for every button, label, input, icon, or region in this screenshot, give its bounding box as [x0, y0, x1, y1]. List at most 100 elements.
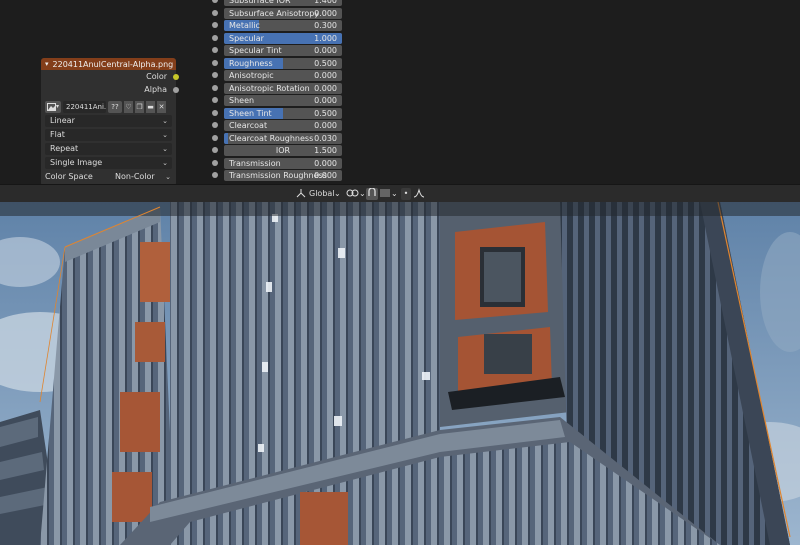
input-socket[interactable]: [212, 159, 218, 166]
bsdf-property-field[interactable]: Clearcoat Roughness 0.030: [224, 132, 342, 144]
bsdf-property-field[interactable]: Subsurface Anisotropy 0.000: [224, 7, 342, 19]
input-socket[interactable]: [212, 72, 218, 78]
orientation-label[interactable]: Global: [309, 188, 335, 200]
input-socket[interactable]: [212, 9, 218, 16]
image-node-title: 220411AnulCentral-Alpha.png: [52, 59, 174, 69]
bsdf-property-field[interactable]: Transmission Roughness 0.000: [224, 170, 342, 181]
input-socket[interactable]: [212, 122, 218, 128]
interpolation-value: Linear: [50, 116, 75, 125]
input-socket[interactable]: [212, 59, 218, 66]
bsdf-property-label: Sheen Tint: [229, 108, 272, 118]
image-browse-button[interactable]: ▾: [45, 100, 61, 113]
bsdf-property-field[interactable]: IOR 1.500: [224, 145, 342, 156]
projection-dropdown[interactable]: Flat ⌄: [45, 129, 172, 141]
value-fill-bar: [224, 132, 228, 144]
bsdf-property-field[interactable]: Subsurface IOR 1.400: [224, 0, 342, 6]
color-space-label: Color Space: [45, 172, 93, 181]
image-name-field[interactable]: 220411Ani...: [63, 100, 106, 113]
bsdf-property-label: Subsurface IOR: [229, 0, 291, 5]
3d-viewport[interactable]: [0, 202, 800, 545]
input-socket[interactable]: [212, 22, 218, 28]
proportional-edit-icon[interactable]: •: [401, 188, 411, 200]
bsdf-property-value: 0.000: [314, 46, 337, 55]
output-color: Color: [41, 70, 179, 83]
bsdf-property-field[interactable]: Specular Tint 0.000: [224, 45, 342, 56]
bsdf-property-row: Clearcoat Roughness 0.030: [212, 132, 348, 145]
chevron-down-icon: ⌄: [162, 131, 168, 139]
viewport-header: Global ⌄ ⌄ ⌄ •: [0, 184, 800, 203]
bsdf-property-field[interactable]: Specular 1.000: [224, 32, 342, 44]
bsdf-property-label: Roughness: [229, 58, 273, 68]
bsdf-property-label: Clearcoat: [229, 121, 268, 130]
image-selector: ▾ 220411Ani... ?? ♡ ❐ ▬ ✕: [45, 100, 172, 113]
bsdf-property-field[interactable]: Sheen Tint 0.500: [224, 107, 342, 119]
snap-target-icon[interactable]: [380, 188, 390, 200]
bsdf-property-label: Sheen: [229, 96, 255, 105]
color-space-dropdown[interactable]: Color Space Non-Color ⌄: [45, 171, 172, 183]
bsdf-property-field[interactable]: Anisotropic 0.000: [224, 70, 342, 81]
image-node-header[interactable]: ▾ 220411AnulCentral-Alpha.png: [41, 58, 176, 70]
input-socket[interactable]: [212, 0, 218, 3]
bsdf-property-row: Clearcoat 0.000: [212, 119, 348, 132]
bsdf-property-field[interactable]: Sheen 0.000: [224, 95, 342, 106]
input-socket[interactable]: [212, 134, 218, 141]
chevron-down-icon[interactable]: ⌄: [359, 188, 366, 200]
input-socket[interactable]: [212, 147, 218, 153]
input-socket[interactable]: [212, 34, 218, 41]
bsdf-property-label: Specular: [229, 33, 264, 43]
bsdf-property-value: 0.000: [314, 121, 337, 130]
bsdf-property-value: 1.400: [314, 0, 337, 5]
image-texture-node[interactable]: ▾ 220411AnulCentral-Alpha.png Color Alph…: [41, 58, 179, 184]
output-color-label: Color: [146, 72, 167, 81]
fake-user-icon[interactable]: ♡: [124, 100, 133, 113]
alpha-output-socket[interactable]: [173, 86, 179, 93]
bsdf-property-value: 0.030: [314, 133, 337, 143]
bsdf-property-field[interactable]: Transmission 0.000: [224, 157, 342, 169]
source-dropdown[interactable]: Single Image ⌄: [45, 157, 172, 169]
image-icon: [46, 102, 56, 111]
bsdf-property-value: 0.000: [314, 71, 337, 80]
bsdf-property-row: Anisotropic Rotation 0.000: [212, 82, 348, 95]
bsdf-property-field[interactable]: Metallic 0.300: [224, 20, 342, 31]
bsdf-property-value: 0.300: [314, 21, 337, 30]
extension-value: Repeat: [50, 144, 79, 153]
chevron-down-icon[interactable]: ⌄: [334, 188, 341, 200]
interpolation-dropdown[interactable]: Linear ⌄: [45, 115, 172, 127]
falloff-icon[interactable]: [413, 188, 425, 200]
snap-icon[interactable]: [366, 187, 378, 200]
chevron-down-icon[interactable]: ▾: [45, 60, 49, 68]
node-editor[interactable]: Subsurface IOR 1.400 Subsurface Anisotropy…: [0, 0, 800, 184]
input-socket[interactable]: [212, 84, 218, 91]
bsdf-property-label: Metallic: [229, 21, 260, 30]
bsdf-property-field[interactable]: Clearcoat 0.000: [224, 120, 342, 131]
bsdf-property-row: Sheen Tint 0.500: [212, 107, 348, 120]
bsdf-property-field[interactable]: Anisotropic Rotation 0.000: [224, 82, 342, 94]
chevron-down-icon[interactable]: ⌄: [391, 188, 398, 200]
bsdf-property-row: Sheen 0.000: [212, 94, 348, 107]
bsdf-property-label: Specular Tint: [229, 46, 282, 55]
bsdf-property-row: Specular Tint 0.000: [212, 44, 348, 57]
folder-icon[interactable]: ▬: [146, 100, 155, 113]
transform-orientation-icon[interactable]: [296, 188, 306, 200]
bsdf-property-label: Transmission Roughness: [229, 171, 327, 180]
duplicate-icon[interactable]: ❐: [135, 100, 144, 113]
bsdf-property-field[interactable]: Roughness 0.500: [224, 57, 342, 69]
bsdf-property-row: Roughness 0.500: [212, 57, 348, 70]
color-output-socket[interactable]: [173, 73, 179, 80]
bsdf-property-value: 0.000: [314, 158, 337, 168]
input-socket[interactable]: [212, 109, 218, 116]
input-socket[interactable]: [212, 172, 218, 178]
bsdf-property-row: Metallic 0.300: [212, 19, 348, 32]
input-socket[interactable]: [212, 47, 218, 53]
extension-dropdown[interactable]: Repeat ⌄: [45, 143, 172, 155]
output-alpha: Alpha: [41, 83, 179, 96]
pivot-icon[interactable]: [346, 188, 360, 200]
input-socket[interactable]: [212, 97, 218, 103]
bsdf-property-value: 0.000: [314, 8, 337, 18]
bsdf-property-value: 0.000: [314, 171, 337, 180]
chevron-down-icon: ⌄: [162, 159, 168, 167]
image-users-count[interactable]: ??: [108, 100, 122, 113]
close-icon[interactable]: ✕: [157, 100, 166, 113]
bsdf-property-value: 1.000: [314, 33, 337, 43]
bsdf-property-value: 0.500: [314, 58, 337, 68]
